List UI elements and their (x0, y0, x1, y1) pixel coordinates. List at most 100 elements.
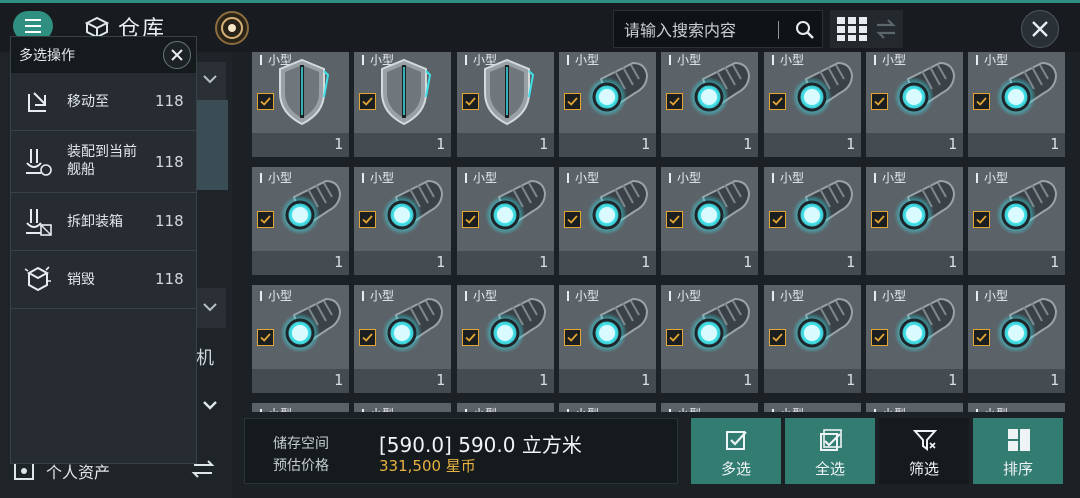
cannon-module-icon (996, 297, 1058, 353)
button-label: 排序 (1002, 460, 1033, 478)
cannon-module-icon (792, 297, 854, 353)
item-tile[interactable]: 小型 1 (968, 52, 1065, 157)
item-checkbox[interactable] (257, 93, 274, 110)
cannon-module-icon (689, 61, 751, 117)
item-footer: 1 (252, 251, 349, 275)
search-box[interactable] (613, 10, 823, 48)
filter-button[interactable]: 筛选 (879, 418, 969, 484)
item-tile[interactable]: 小型 1 (866, 285, 963, 393)
item-tile[interactable]: 小型 1 (559, 167, 656, 275)
item-tile[interactable]: 小型 1 (968, 167, 1065, 275)
action-equip-to-ship[interactable]: 装配到当前舰船 118 (11, 131, 196, 193)
action-destroy[interactable]: 销毁 118 (11, 251, 196, 309)
item-tile[interactable]: 小型 1 (661, 52, 758, 157)
item-tile[interactable]: 小型 (661, 403, 758, 412)
top-accent-line (0, 0, 1080, 3)
item-tile[interactable]: 小型 1 (252, 285, 349, 393)
item-footer: 1 (354, 369, 451, 393)
item-tile[interactable]: 小型 1 (559, 52, 656, 157)
item-checkbox[interactable] (564, 329, 581, 346)
item-footer: 1 (764, 251, 861, 275)
unmount-pack-icon (26, 209, 52, 236)
item-checkbox[interactable] (871, 211, 888, 228)
filter-icon (912, 430, 938, 451)
item-checkbox[interactable] (666, 211, 683, 228)
item-checkbox[interactable] (871, 93, 888, 110)
item-tile[interactable]: 小型 1 (866, 167, 963, 275)
grid-view-icon[interactable] (836, 16, 868, 42)
item-checkbox[interactable] (973, 93, 990, 110)
item-quantity: 1 (845, 371, 855, 389)
item-quantity: 1 (742, 135, 752, 153)
item-quantity: 1 (947, 253, 957, 271)
item-checkbox[interactable] (769, 211, 786, 228)
item-tile[interactable]: 小型 1 (866, 52, 963, 157)
item-tile[interactable]: 小型 (457, 403, 554, 412)
action-unmount-pack[interactable]: 拆卸装箱 118 (11, 193, 196, 251)
item-checkbox[interactable] (871, 329, 888, 346)
item-quantity: 1 (333, 371, 343, 389)
cannon-module-icon (587, 179, 649, 235)
item-quantity: 1 (435, 253, 445, 271)
sidebar-category-selected[interactable] (196, 100, 228, 190)
item-size-label: 小型 (669, 405, 701, 412)
item-checkbox[interactable] (973, 211, 990, 228)
close-warehouse-button[interactable] (1021, 10, 1059, 48)
item-tile[interactable]: 小型 1 (764, 167, 861, 275)
item-tile[interactable]: 小型 (559, 403, 656, 412)
item-tile[interactable]: 小型 (354, 403, 451, 412)
item-tile[interactable]: 小型 1 (354, 52, 451, 157)
action-move-to[interactable]: 移动至 118 (11, 73, 196, 131)
cannon-module-icon (894, 61, 956, 117)
item-checkbox[interactable] (359, 93, 376, 110)
item-tile[interactable]: 小型 (764, 403, 861, 412)
item-checkbox[interactable] (769, 329, 786, 346)
item-checkbox[interactable] (359, 211, 376, 228)
item-tile[interactable]: 小型 1 (661, 285, 758, 393)
sort-button[interactable]: 排序 (973, 418, 1063, 484)
item-checkbox[interactable] (257, 329, 274, 346)
item-tile[interactable]: 小型 1 (252, 52, 349, 157)
move-to-icon (28, 92, 46, 112)
item-size-label: 小型 (772, 405, 804, 412)
swap-view-icon[interactable] (874, 18, 898, 40)
select-all-button[interactable]: 全选 (785, 418, 875, 484)
item-checkbox[interactable] (564, 93, 581, 110)
cannon-module-icon (382, 297, 444, 353)
item-checkbox[interactable] (973, 329, 990, 346)
price-value: 331,500 星币 (379, 457, 476, 475)
item-checkbox[interactable] (462, 329, 479, 346)
hamburger-icon (25, 17, 41, 35)
storage-summary: 储存空间 预估价格 [590.0] 590.0 立方米 331,500 星币 (244, 418, 678, 484)
cannon-module-icon (894, 179, 956, 235)
item-tile[interactable]: 小型 (252, 403, 349, 412)
item-tile[interactable]: 小型 1 (457, 167, 554, 275)
item-checkbox[interactable] (564, 211, 581, 228)
item-tile[interactable]: 小型 1 (764, 285, 861, 393)
item-tile[interactable]: 小型 1 (968, 285, 1065, 393)
search-input[interactable] (622, 17, 776, 43)
item-checkbox[interactable] (359, 329, 376, 346)
item-checkbox[interactable] (769, 93, 786, 110)
panel-close-button[interactable] (163, 41, 191, 69)
item-tile[interactable]: 小型 1 (661, 167, 758, 275)
item-tile[interactable]: 小型 1 (354, 285, 451, 393)
item-tile[interactable]: 小型 1 (764, 52, 861, 157)
item-tile[interactable]: 小型 1 (252, 167, 349, 275)
item-tile[interactable]: 小型 1 (354, 167, 451, 275)
item-checkbox[interactable] (257, 211, 274, 228)
item-checkbox[interactable] (666, 93, 683, 110)
item-tile[interactable]: 小型 1 (457, 285, 554, 393)
item-checkbox[interactable] (462, 93, 479, 110)
item-checkbox[interactable] (666, 329, 683, 346)
item-size-label: 小型 (567, 405, 599, 412)
item-checkbox[interactable] (462, 211, 479, 228)
multi-select-button[interactable]: 多选 (691, 418, 781, 484)
item-tile[interactable]: 小型 (866, 403, 963, 412)
item-tile[interactable]: 小型 (968, 403, 1065, 412)
search-icon[interactable] (794, 19, 816, 41)
item-tile[interactable]: 小型 1 (559, 285, 656, 393)
core-orb-icon[interactable] (214, 10, 250, 46)
item-quantity: 1 (845, 253, 855, 271)
item-tile[interactable]: 小型 1 (457, 52, 554, 157)
